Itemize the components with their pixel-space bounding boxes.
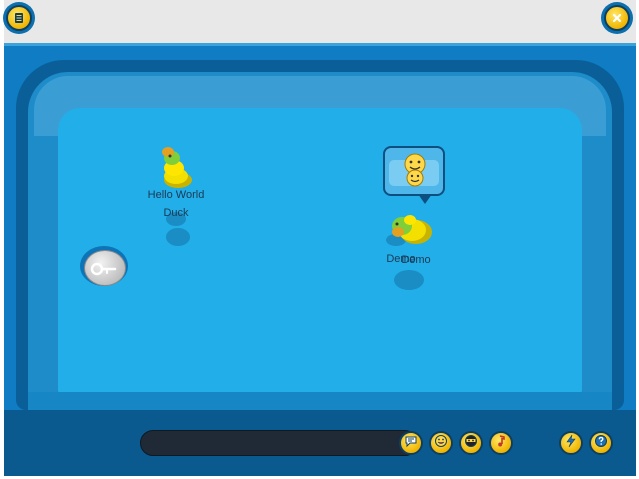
actions-button[interactable] [459,431,483,455]
help-icon [594,434,608,453]
pin-button[interactable] [84,250,126,286]
duck-avatar[interactable] [156,144,200,190]
pool-water[interactable] [58,108,582,394]
chat-input[interactable] [140,430,418,456]
chat-bubble-icon [404,434,418,453]
top-bar [4,0,636,44]
player-shadow [394,270,424,290]
player-nickname: Demo [401,254,431,266]
music-button[interactable] [489,431,513,455]
frame-top-line [4,43,636,46]
chat-button[interactable] [399,431,423,455]
player-nickname: Duck [163,207,189,219]
player-username: Hello World [147,189,205,201]
lightning-button[interactable] [559,431,583,455]
help-button[interactable] [589,431,613,455]
pool-lip [28,392,612,410]
emote-button[interactable] [429,431,453,455]
emote-speech-bubble [383,146,445,196]
close-button[interactable] [601,2,633,34]
ninja-face-icon [464,434,478,453]
duck-avatar[interactable] [386,210,438,250]
emote-face-icon [434,434,448,453]
player-shadow [166,228,190,246]
menu-button[interactable] [3,2,35,34]
menu-icon [6,5,32,31]
close-icon [604,5,630,31]
music-note-icon [494,434,508,453]
bubble-tail [418,194,432,204]
lightning-icon [564,434,578,453]
